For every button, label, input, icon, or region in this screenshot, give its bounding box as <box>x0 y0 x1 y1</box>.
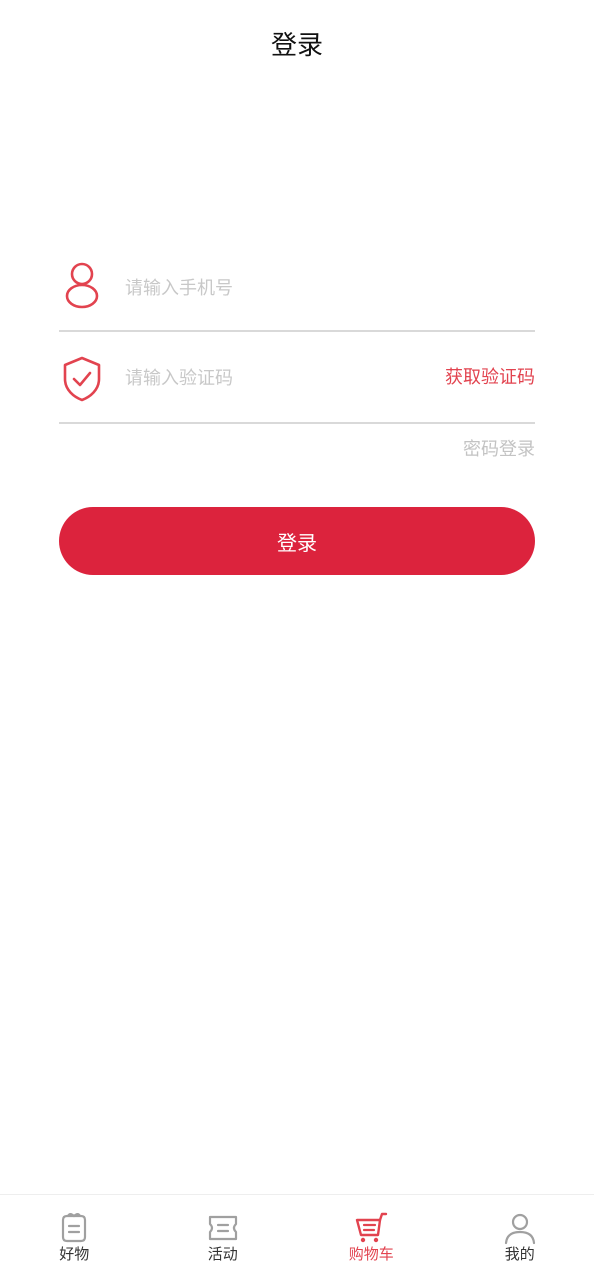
phone-field <box>59 240 535 332</box>
tab-label: 购物车 <box>348 1245 394 1263</box>
shield-check-icon <box>63 356 101 402</box>
login-button[interactable]: 登录 <box>59 507 535 575</box>
tab-cart[interactable]: 购物车 <box>297 1195 446 1280</box>
code-input[interactable] <box>125 360 405 396</box>
code-field: 获取验证码 <box>59 332 535 424</box>
bottom-tabbar: 好物 活动 购物车 我的 <box>0 1194 594 1280</box>
gift-icon <box>62 1213 87 1243</box>
tab-mine[interactable]: 我的 <box>446 1195 594 1280</box>
tab-goods[interactable]: 好物 <box>0 1195 149 1280</box>
tab-label: 好物 <box>59 1245 90 1263</box>
cart-icon <box>356 1212 388 1243</box>
profile-icon <box>504 1213 535 1245</box>
phone-input[interactable] <box>125 270 405 306</box>
page-title: 登录 <box>270 31 323 61</box>
tab-activity[interactable]: 活动 <box>149 1195 298 1280</box>
user-icon <box>65 262 99 309</box>
tab-label: 活动 <box>207 1245 238 1263</box>
tab-label: 我的 <box>504 1245 535 1263</box>
ticket-icon <box>208 1215 237 1241</box>
get-code-button[interactable]: 获取验证码 <box>445 366 535 390</box>
password-login-link[interactable]: 密码登录 <box>463 438 535 462</box>
